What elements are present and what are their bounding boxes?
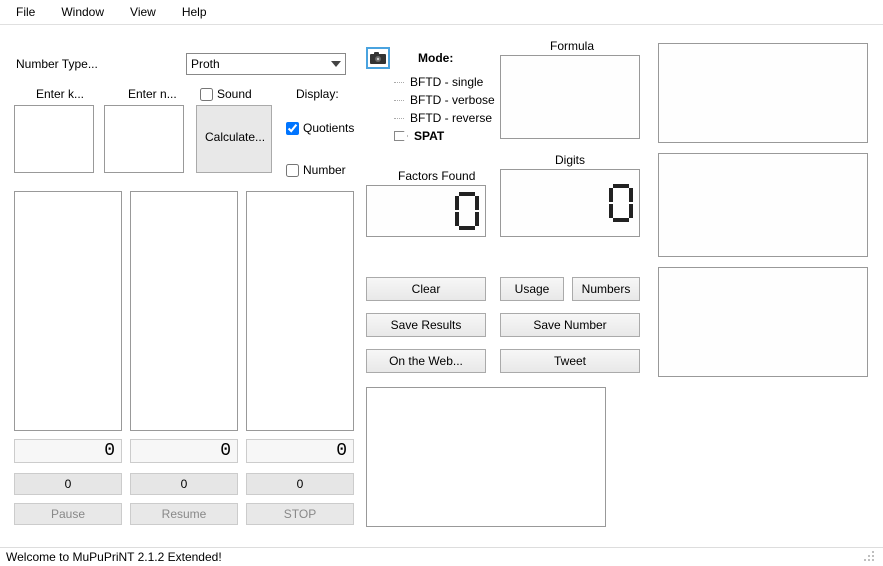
list-pane-1[interactable] bbox=[14, 191, 122, 431]
mode-tree: BFTD - single BFTD - verbose BFTD - reve… bbox=[394, 73, 514, 145]
output-panel-2 bbox=[658, 153, 868, 257]
menu-help[interactable]: Help bbox=[174, 3, 215, 21]
quotients-checkbox-input[interactable] bbox=[286, 122, 299, 135]
formula-label: Formula bbox=[550, 39, 594, 53]
mode-item-label: BFTD - single bbox=[410, 75, 483, 89]
pause-button[interactable]: Pause bbox=[14, 503, 122, 525]
menu-file[interactable]: File bbox=[8, 3, 43, 21]
camera-button[interactable] bbox=[366, 47, 390, 69]
mode-item-bftd-reverse[interactable]: BFTD - reverse bbox=[394, 109, 514, 127]
enter-n-input[interactable] bbox=[104, 105, 184, 173]
list-pane-2[interactable] bbox=[130, 191, 238, 431]
status-text: Welcome to MuPuPriNT 2.1.2 Extended! bbox=[6, 550, 222, 564]
usage-button[interactable]: Usage bbox=[500, 277, 564, 301]
zero-button-col0[interactable]: 0 bbox=[14, 473, 122, 495]
seven-seg-zero-icon bbox=[607, 182, 635, 224]
mode-item-bftd-verbose[interactable]: BFTD - verbose bbox=[394, 91, 514, 109]
number-label: Number bbox=[303, 163, 346, 177]
chevron-down-icon bbox=[331, 61, 341, 67]
menu-view[interactable]: View bbox=[122, 3, 164, 21]
number-checkbox[interactable]: Number bbox=[286, 163, 346, 177]
content-area: Number Type... Proth Enter k... Enter n.… bbox=[0, 25, 883, 551]
bottom-output-pane[interactable] bbox=[366, 387, 606, 527]
mode-item-spat[interactable]: SPAT bbox=[394, 127, 514, 145]
sound-checkbox-input[interactable] bbox=[200, 88, 213, 101]
digits-display bbox=[500, 169, 640, 237]
mode-item-label: BFTD - reverse bbox=[410, 111, 492, 125]
factors-found-display bbox=[366, 185, 486, 237]
zero-button-col1[interactable]: 0 bbox=[130, 473, 238, 495]
status-bar: Welcome to MuPuPriNT 2.1.2 Extended! bbox=[0, 547, 883, 566]
numbers-button[interactable]: Numbers bbox=[572, 277, 640, 301]
number-type-value: Proth bbox=[191, 57, 220, 71]
enter-n-label: Enter n... bbox=[128, 87, 177, 101]
menu-window[interactable]: Window bbox=[53, 3, 112, 21]
seven-seg-zero-icon bbox=[453, 190, 481, 232]
mode-item-label: SPAT bbox=[414, 129, 444, 143]
resume-button[interactable]: Resume bbox=[130, 503, 238, 525]
readout-col0: 0 bbox=[14, 439, 122, 463]
sound-checkbox[interactable]: Sound bbox=[200, 87, 252, 101]
on-the-web-button[interactable]: On the Web... bbox=[366, 349, 486, 373]
list-pane-3[interactable] bbox=[246, 191, 354, 431]
clear-button[interactable]: Clear bbox=[366, 277, 486, 301]
number-checkbox-input[interactable] bbox=[286, 164, 299, 177]
mode-item-label: BFTD - verbose bbox=[410, 93, 495, 107]
number-type-combo[interactable]: Proth bbox=[186, 53, 346, 75]
quotients-label: Quotients bbox=[303, 121, 354, 135]
readout-col1: 0 bbox=[130, 439, 238, 463]
output-panel-3 bbox=[658, 267, 868, 377]
save-number-button[interactable]: Save Number bbox=[500, 313, 640, 337]
enter-k-input[interactable] bbox=[14, 105, 94, 173]
mode-item-bftd-single[interactable]: BFTD - single bbox=[394, 73, 514, 91]
mode-label: Mode: bbox=[418, 51, 453, 65]
calculate-label: Calculate... bbox=[205, 130, 265, 144]
resize-grip-icon[interactable] bbox=[863, 550, 877, 564]
calculate-button[interactable]: Calculate... bbox=[196, 105, 272, 173]
factors-found-label: Factors Found bbox=[398, 169, 475, 183]
menubar: File Window View Help bbox=[0, 0, 883, 25]
formula-display bbox=[500, 55, 640, 139]
enter-k-label: Enter k... bbox=[36, 87, 84, 101]
cursor-icon bbox=[394, 131, 408, 141]
quotients-checkbox[interactable]: Quotients bbox=[286, 121, 354, 135]
stop-button[interactable]: STOP bbox=[246, 503, 354, 525]
number-type-label: Number Type... bbox=[16, 57, 98, 71]
sound-label: Sound bbox=[217, 87, 252, 101]
readout-col2: 0 bbox=[246, 439, 354, 463]
output-panel-1 bbox=[658, 43, 868, 143]
save-results-button[interactable]: Save Results bbox=[366, 313, 486, 337]
display-label: Display: bbox=[296, 87, 339, 101]
tweet-button[interactable]: Tweet bbox=[500, 349, 640, 373]
zero-button-col2[interactable]: 0 bbox=[246, 473, 354, 495]
camera-icon bbox=[370, 52, 386, 64]
digits-label: Digits bbox=[555, 153, 585, 167]
